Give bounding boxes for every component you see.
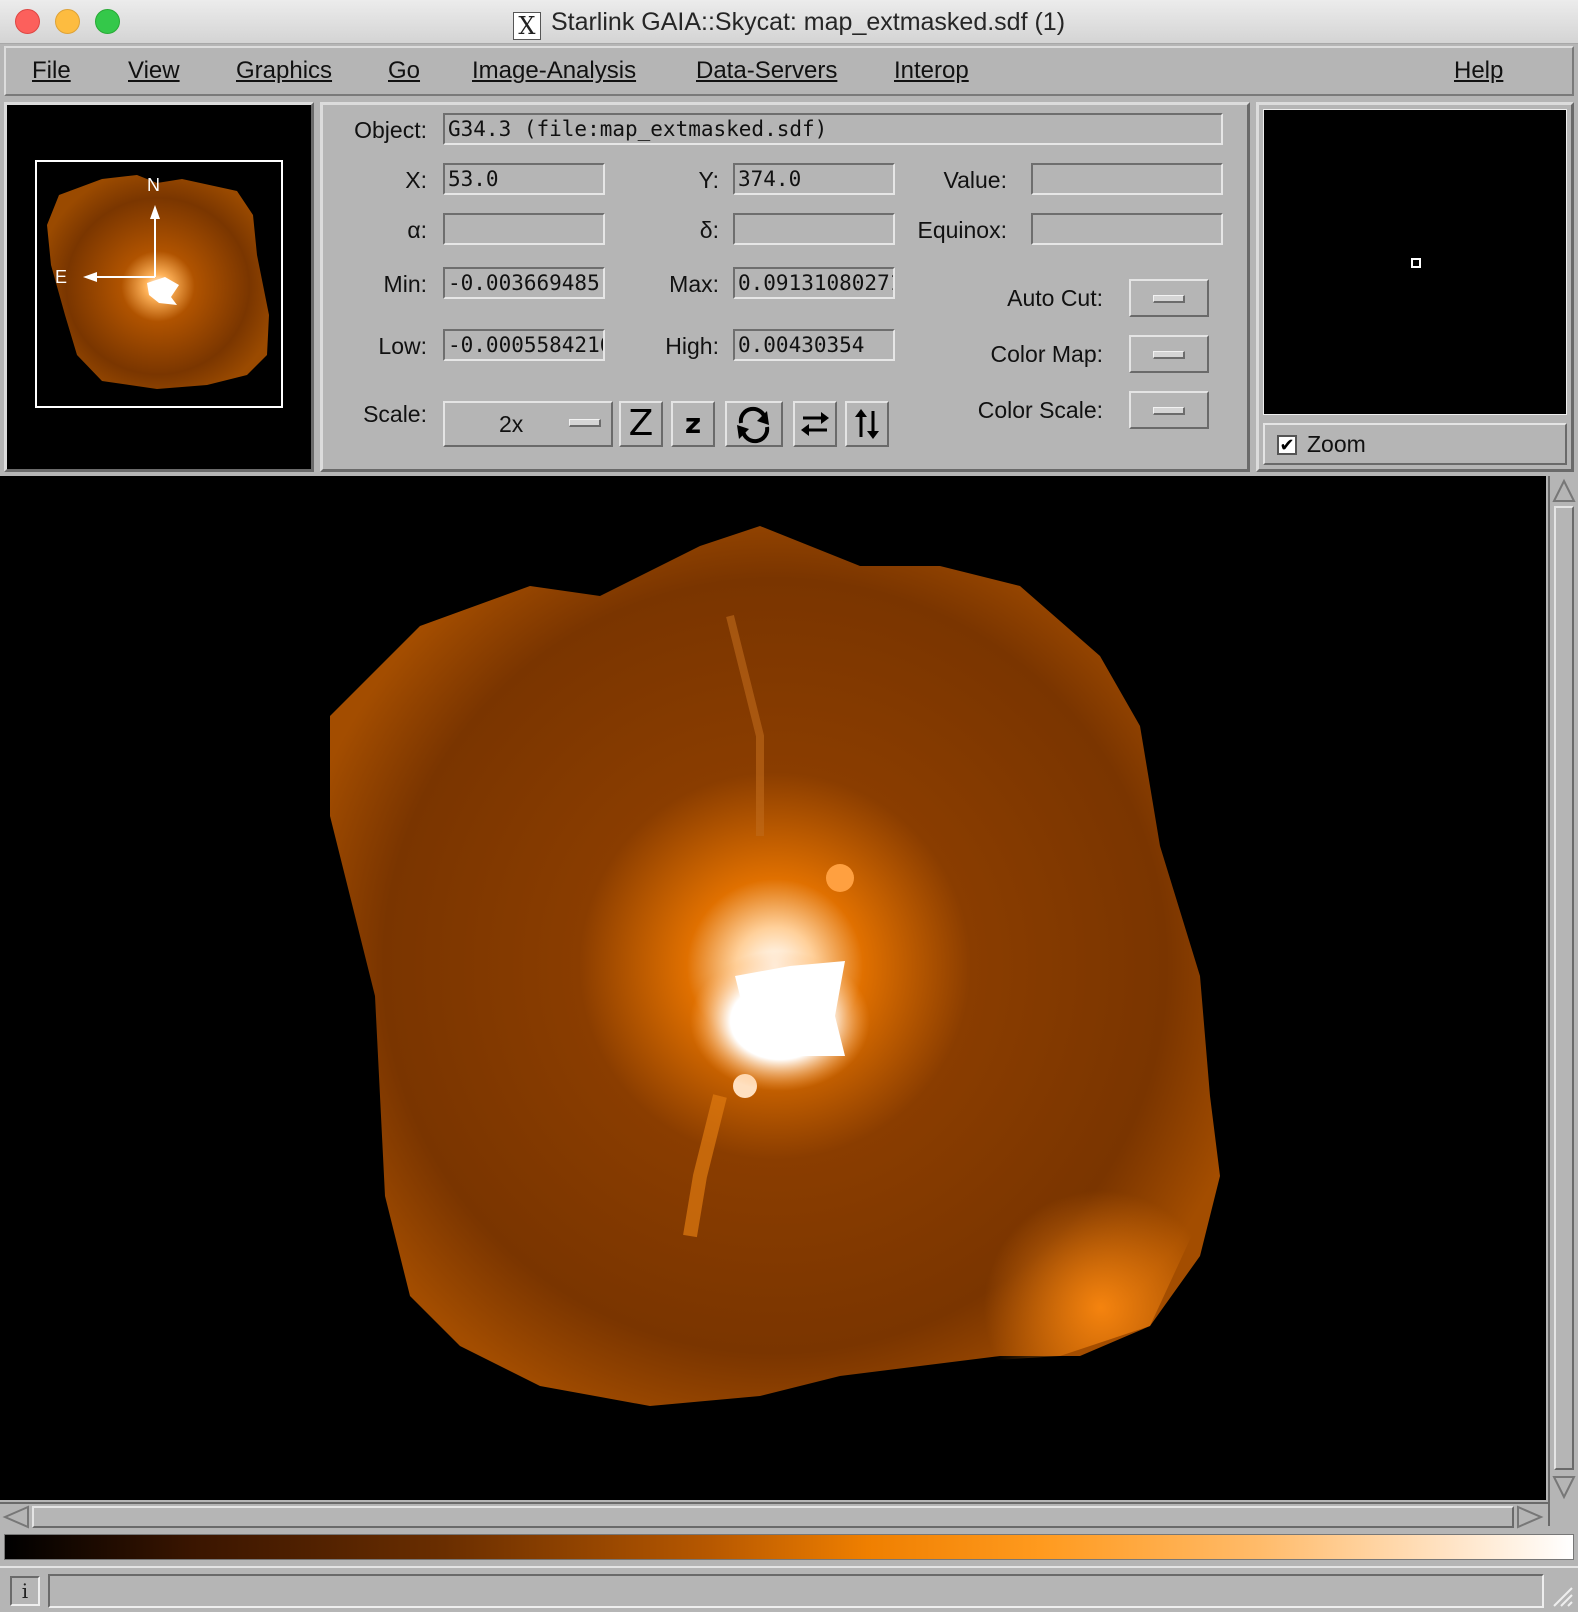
- object-label: Object:: [354, 117, 427, 143]
- scale-value: 2x: [499, 411, 524, 437]
- astronomical-image: [330, 526, 1220, 1406]
- dec-field[interactable]: [733, 213, 895, 245]
- zoom-toggle[interactable]: ✔ Zoom: [1263, 423, 1567, 465]
- window-title: Starlink GAIA::Skycat: map_extmasked.sdf…: [550, 8, 1066, 36]
- menu-go[interactable]: Go: [388, 57, 420, 85]
- menu-data-servers[interactable]: Data-Servers: [696, 57, 837, 85]
- zoom-in-button[interactable]: Z: [619, 401, 663, 447]
- scroll-down-arrow-icon[interactable]: [1552, 1474, 1576, 1500]
- min-label: Min:: [383, 271, 427, 297]
- status-message-field: [48, 1574, 1544, 1608]
- magnifier-cursor: [1411, 258, 1421, 268]
- zoom-checkbox[interactable]: ✔: [1277, 435, 1297, 455]
- menu-help[interactable]: Help: [1454, 57, 1503, 85]
- rotate-button[interactable]: [725, 401, 783, 447]
- menu-bar: File View Graphics Go Image-Analysis Dat…: [4, 46, 1574, 96]
- auto-cut-menu-button[interactable]: [1129, 279, 1209, 317]
- vertical-scroll-thumb[interactable]: [1554, 506, 1574, 1470]
- low-field[interactable]: -0.00055842162: [443, 329, 605, 361]
- menu-graphics[interactable]: Graphics: [236, 57, 332, 85]
- zoom-in-icon: Z: [628, 403, 654, 444]
- rotate-icon: [737, 406, 770, 444]
- color-map-menu-indicator: [1153, 351, 1185, 359]
- auto-cut-label: Auto Cut:: [1007, 285, 1103, 311]
- main-image-canvas[interactable]: [0, 476, 1546, 1500]
- menu-view[interactable]: View: [128, 57, 180, 85]
- compass-icon: [83, 205, 160, 282]
- y-field[interactable]: 374.0: [733, 163, 895, 195]
- flip-y-icon: [855, 409, 879, 439]
- scale-label: Scale:: [363, 401, 427, 427]
- magnifier-panel: ✔ Zoom: [1256, 102, 1574, 472]
- menu-interop[interactable]: Interop: [894, 57, 969, 85]
- window-title-wrap: X Starlink GAIA::Skycat: map_extmasked.sd…: [0, 8, 1578, 40]
- max-field[interactable]: 0.09131080271: [733, 267, 895, 299]
- ra-field[interactable]: [443, 213, 605, 245]
- color-scale-label: Color Scale:: [977, 397, 1103, 423]
- status-bar: i: [0, 1566, 1578, 1612]
- scale-menu-button[interactable]: 2x: [443, 401, 613, 447]
- compass-north-label: N: [147, 175, 160, 195]
- min-field[interactable]: -0.003669485: [443, 267, 605, 299]
- horizontal-scroll-thumb[interactable]: [32, 1506, 1514, 1528]
- color-scale-menu-button[interactable]: [1129, 391, 1209, 429]
- zoom-out-button[interactable]: z: [671, 401, 715, 447]
- compass-east-label: E: [55, 267, 68, 287]
- max-label: Max:: [669, 271, 719, 297]
- equinox-label: Equinox:: [917, 217, 1007, 243]
- scroll-right-arrow-icon[interactable]: [1516, 1505, 1544, 1529]
- title-bar: X Starlink GAIA::Skycat: map_extmasked.sd…: [0, 0, 1578, 44]
- delta-label: δ:: [699, 217, 719, 243]
- zoom-out-icon: z: [684, 407, 702, 440]
- colorbar[interactable]: [4, 1534, 1574, 1560]
- low-label: Low:: [378, 333, 427, 359]
- alpha-label: α:: [407, 217, 427, 243]
- color-map-label: Color Map:: [990, 341, 1103, 367]
- auto-cut-menu-indicator: [1153, 295, 1185, 303]
- value-field[interactable]: [1031, 163, 1223, 195]
- info-icon[interactable]: i: [10, 1576, 40, 1606]
- horizontal-scrollbar[interactable]: [0, 1502, 1548, 1530]
- vertical-scrollbar[interactable]: [1548, 476, 1578, 1526]
- info-panel: Object: G34.3 (file:map_extmasked.sdf) X…: [320, 102, 1250, 472]
- scale-menu-indicator: [569, 419, 601, 427]
- y-label: Y:: [698, 167, 719, 193]
- high-label: High:: [665, 333, 719, 359]
- magnifier-view: [1263, 109, 1567, 415]
- color-scale-menu-indicator: [1153, 407, 1185, 415]
- flip-x-icon: [801, 412, 829, 436]
- value-label: Value:: [943, 167, 1007, 193]
- color-map-menu-button[interactable]: [1129, 335, 1209, 373]
- menu-file[interactable]: File: [32, 57, 71, 85]
- scroll-left-arrow-icon[interactable]: [2, 1505, 30, 1529]
- high-field[interactable]: 0.00430354: [733, 329, 895, 361]
- panner-view[interactable]: N E: [4, 102, 314, 472]
- flip-y-button[interactable]: [845, 401, 889, 447]
- scroll-up-arrow-icon[interactable]: [1552, 478, 1576, 504]
- x11-icon: X: [512, 12, 541, 40]
- zoom-label: Zoom: [1307, 431, 1366, 457]
- object-field[interactable]: G34.3 (file:map_extmasked.sdf): [443, 113, 1223, 145]
- x-label: X:: [405, 167, 427, 193]
- menu-image-analysis[interactable]: Image-Analysis: [472, 57, 636, 85]
- flip-x-button[interactable]: [793, 401, 837, 447]
- resize-grip-icon[interactable]: [1548, 1582, 1574, 1608]
- equinox-field[interactable]: [1031, 213, 1223, 245]
- x-field[interactable]: 53.0: [443, 163, 605, 195]
